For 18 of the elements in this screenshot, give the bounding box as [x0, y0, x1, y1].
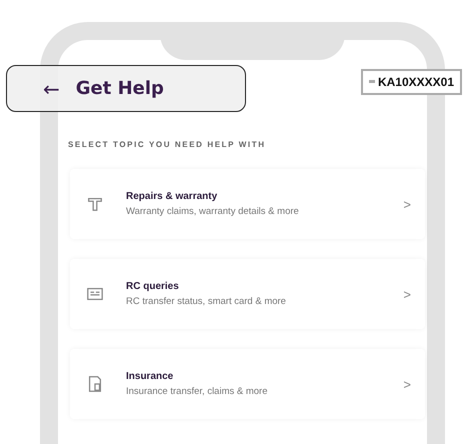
document-icon	[86, 375, 104, 393]
topic-card[interactable]: RC queries RC transfer status, smart card & more >	[70, 259, 425, 329]
chevron-icon: >	[403, 286, 411, 302]
plate-icon	[368, 80, 375, 83]
topic-title: RC queries	[126, 281, 180, 292]
section-label: SELECT TOPIC YOU NEED HELP WITH	[68, 140, 267, 149]
topic-description: Insurance transfer, claims & more	[126, 386, 268, 397]
topic-title: Repairs & warranty	[126, 191, 218, 202]
chevron-icon: >	[403, 376, 411, 392]
topic-description: RC transfer status, smart card & more	[126, 296, 287, 307]
topic-description: Warranty claims, warranty details & more	[126, 206, 300, 217]
topic-card[interactable]: Insurance Insurance transfer, claims & more >	[70, 349, 425, 419]
chevron-icon: >	[403, 196, 411, 212]
topic-title: Insurance	[126, 371, 174, 382]
topic-card[interactable]: Repairs & warranty Warranty claims, warranty details & more >	[70, 169, 425, 239]
back-button[interactable]: ← Get Help	[6, 65, 246, 112]
vehicle-number: KA10XXXX01	[378, 74, 454, 88]
card-icon	[86, 285, 104, 303]
